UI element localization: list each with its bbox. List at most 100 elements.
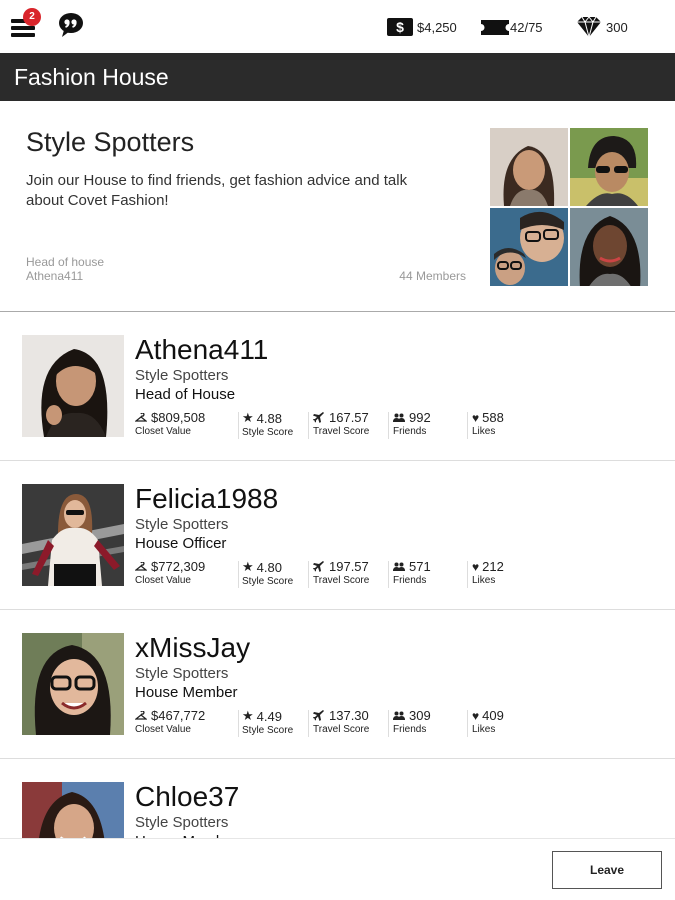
closet-value-stat: $467,772 Closet Value: [135, 708, 205, 738]
house-name: Style Spotters: [26, 127, 195, 157]
friends-icon: [393, 711, 405, 720]
friends-stat: 309 Friends: [393, 708, 431, 738]
friends-label: Friends: [393, 724, 427, 735]
closet-value-stat: $809,508 Closet Value: [135, 410, 205, 440]
travel-score-label: Travel Score: [313, 426, 370, 437]
travel-score: 167.57: [329, 410, 369, 425]
travel-score-label: Travel Score: [313, 575, 370, 586]
heart-icon: ♥: [472, 410, 480, 425]
divider: [467, 710, 468, 737]
member-name[interactable]: Chloe37: [135, 781, 239, 813]
member-name[interactable]: Felicia1988: [135, 483, 278, 515]
star-icon: ★: [242, 410, 254, 425]
closet-value-label: Closet Value: [135, 426, 191, 437]
collage-photo: [570, 128, 648, 206]
member-role: House Member: [135, 684, 238, 701]
house-description: Join our House to find friends, get fash…: [26, 172, 408, 209]
member-house: Style Spotters: [135, 367, 229, 384]
house-photo-collage: [490, 128, 649, 288]
closet-value: $772,309: [151, 559, 206, 574]
head-of-house-label: Head of house: [26, 255, 105, 269]
likes-label: Likes: [472, 575, 496, 586]
diamond-stat[interactable]: 300: [576, 17, 628, 37]
page-header: Fashion House: [0, 53, 675, 101]
member-name[interactable]: Athena411: [135, 334, 268, 366]
divider: [388, 412, 389, 439]
member-house: Style Spotters: [135, 814, 229, 831]
member-house: Style Spotters: [135, 516, 229, 533]
likes-label: Likes: [472, 724, 496, 735]
ticket-value: 42/75: [510, 19, 543, 35]
ticket-stat[interactable]: 42/75: [481, 17, 543, 37]
avatar: [22, 484, 124, 586]
style-score-stat: ★ 4.80 Style Score: [242, 559, 293, 589]
divider: [238, 561, 239, 588]
likes-count: 212: [482, 559, 504, 574]
style-score: 4.80: [256, 559, 282, 575]
member-name[interactable]: xMissJay: [135, 632, 250, 664]
collage-photo: [490, 208, 568, 286]
likes-stat: ♥ 588 Likes: [472, 410, 504, 440]
style-score-stat: ★ 4.88 Style Score: [242, 410, 293, 440]
travel-score-stat: 197.57 Travel Score: [313, 559, 369, 589]
travel-score-label: Travel Score: [313, 724, 370, 735]
member-row[interactable]: xMissJay Style Spotters House Member $46…: [0, 610, 675, 759]
friends-stat: 992 Friends: [393, 410, 431, 440]
star-icon: ★: [242, 708, 254, 723]
heart-icon: ♥: [472, 708, 480, 723]
friends-label: Friends: [393, 426, 427, 437]
friends-count: 992: [409, 410, 431, 425]
likes-stat: ♥ 212 Likes: [472, 559, 504, 589]
friends-stat: 571 Friends: [393, 559, 431, 589]
style-score: 4.88: [256, 410, 282, 426]
hanger-icon: [135, 710, 147, 720]
divider: [308, 710, 309, 737]
airplane-icon: [313, 560, 324, 572]
head-of-house-name: Athena411: [26, 269, 84, 283]
avatar: [22, 633, 124, 735]
style-score-label: Style Score: [242, 725, 294, 736]
collage-photo: [570, 208, 648, 286]
hanger-icon: [135, 561, 147, 571]
travel-score-stat: 137.30 Travel Score: [313, 708, 369, 738]
divider: [238, 710, 239, 737]
leave-button[interactable]: Leave: [552, 851, 662, 889]
style-score-label: Style Score: [242, 576, 294, 587]
footer-bar: Leave: [0, 838, 675, 900]
collage-photo: [490, 128, 568, 206]
ticket-icon: [481, 19, 509, 35]
likes-stat: ♥ 409 Likes: [472, 708, 504, 738]
member-house: Style Spotters: [135, 665, 229, 682]
closet-value-label: Closet Value: [135, 575, 191, 586]
friends-icon: [393, 562, 405, 571]
house-info-card: Style Spotters Join our House to find fr…: [0, 101, 675, 312]
cash-stat[interactable]: $ $4,250: [387, 17, 457, 37]
dollar-icon: $: [387, 18, 413, 36]
closet-value: $467,772: [151, 708, 206, 723]
closet-value: $809,508: [151, 410, 206, 425]
divider: [467, 561, 468, 588]
friends-label: Friends: [393, 575, 427, 586]
heart-icon: ♥: [472, 559, 480, 574]
member-row[interactable]: Athena411 Style Spotters Head of House $…: [0, 312, 675, 461]
likes-count: 588: [482, 410, 504, 425]
friends-count: 309: [409, 708, 431, 723]
member-role: House Officer: [135, 535, 227, 552]
divider: [467, 412, 468, 439]
closet-value-label: Closet Value: [135, 724, 191, 735]
avatar: [22, 335, 124, 437]
member-row[interactable]: Felicia1988 Style Spotters House Officer…: [0, 461, 675, 610]
style-score-label: Style Score: [242, 427, 294, 438]
divider: [388, 710, 389, 737]
member-row[interactable]: Chloe37 Style Spotters House Member: [0, 759, 675, 838]
airplane-icon: [313, 411, 324, 423]
member-list[interactable]: Athena411 Style Spotters Head of House $…: [0, 312, 675, 838]
closet-value-stat: $772,309 Closet Value: [135, 559, 205, 589]
travel-score: 137.30: [329, 708, 369, 723]
member-count: 44 Members: [399, 269, 466, 283]
notification-badge: 2: [23, 8, 41, 26]
chat-button[interactable]: [58, 12, 84, 38]
divider: [308, 561, 309, 588]
divider: [308, 412, 309, 439]
style-score: 4.49: [256, 708, 282, 724]
